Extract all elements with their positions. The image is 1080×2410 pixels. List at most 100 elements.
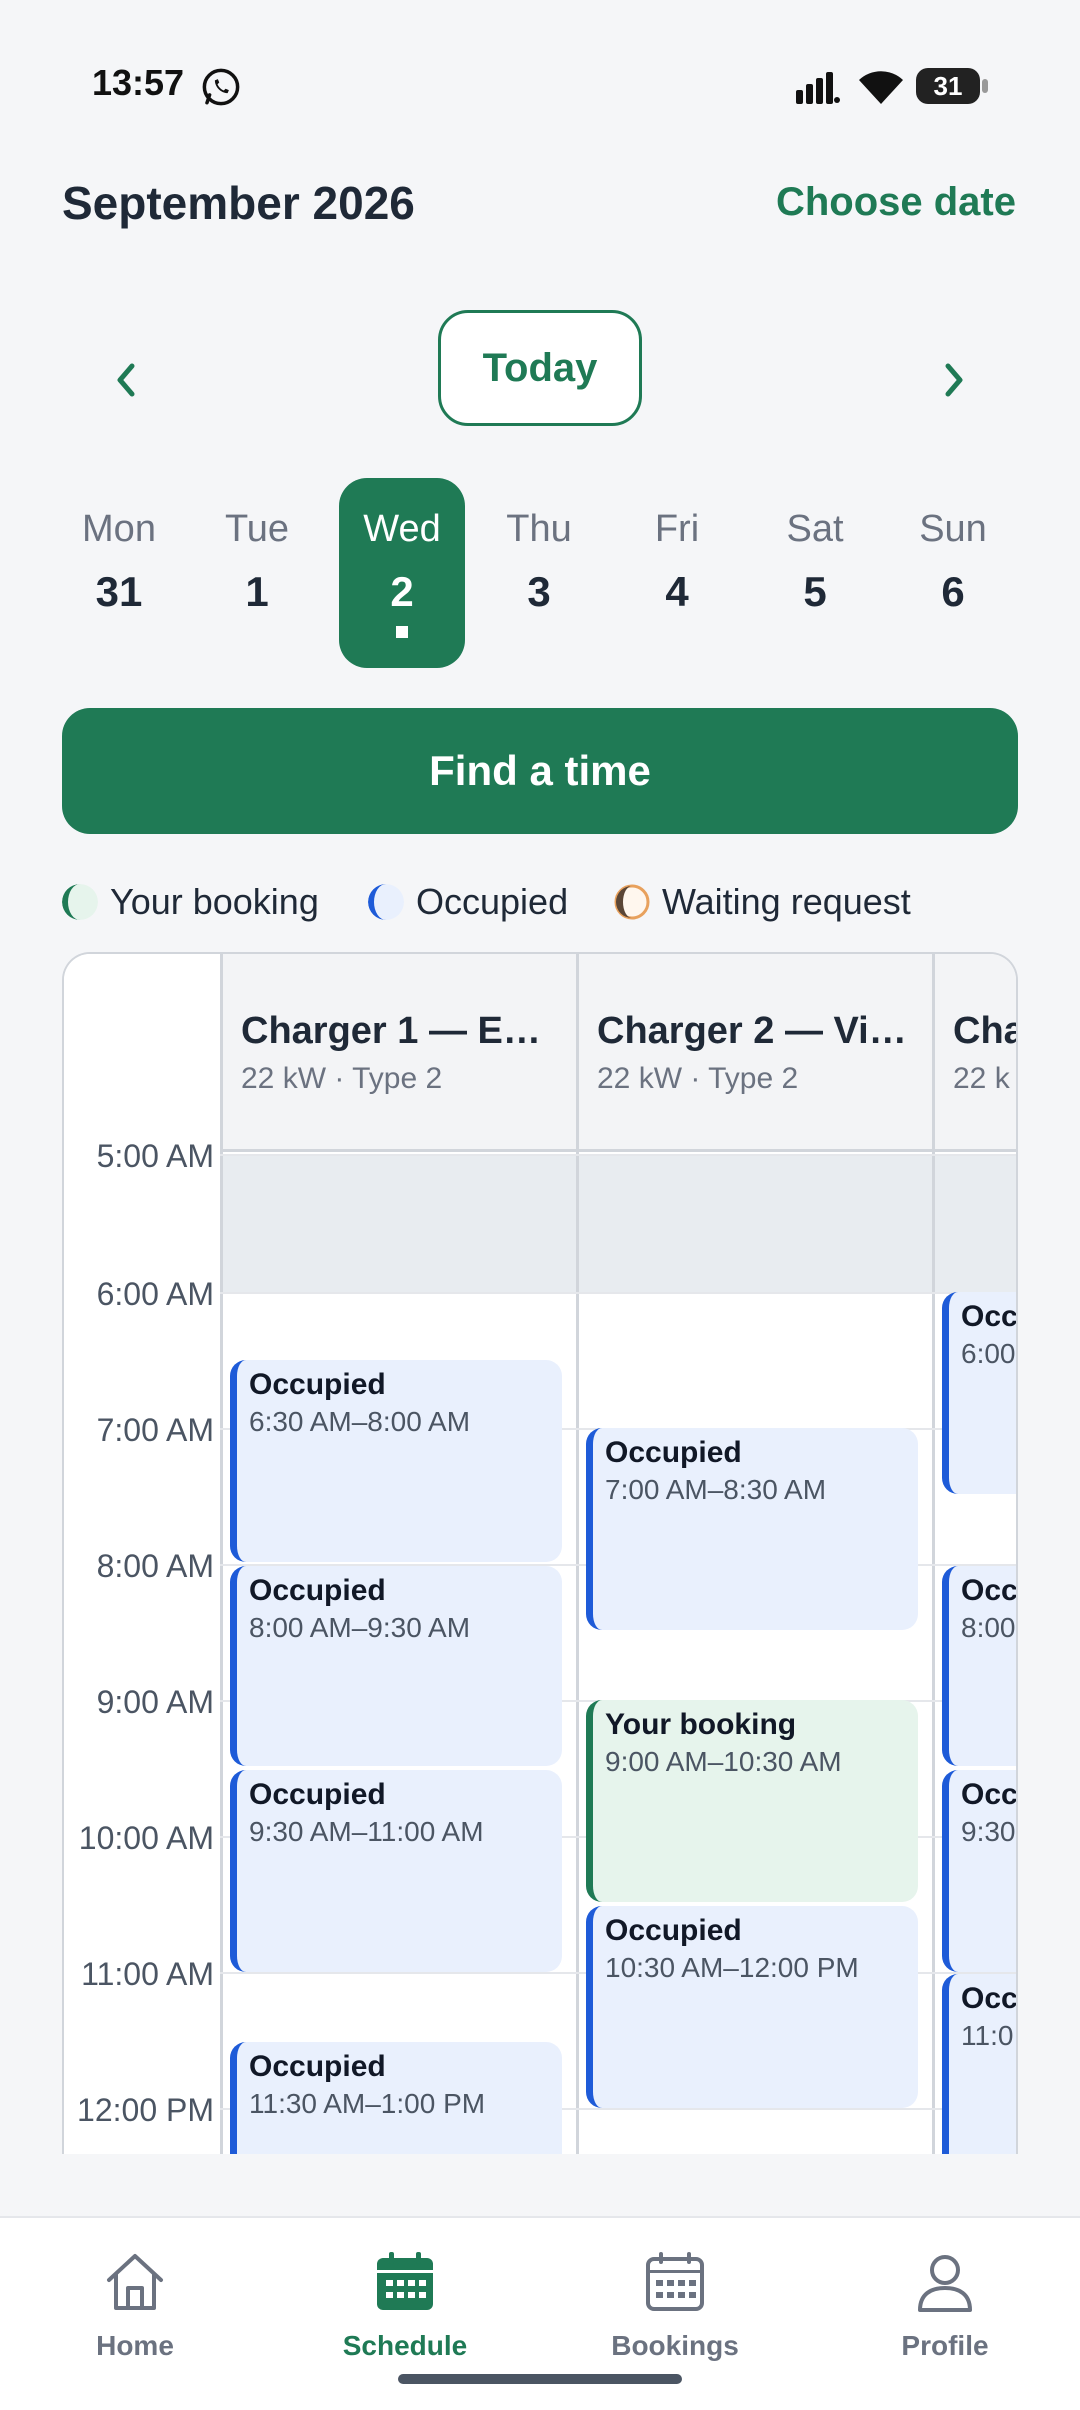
- nav-home[interactable]: Home: [0, 2238, 270, 2368]
- user-icon: [918, 2255, 972, 2312]
- occupied-slot[interactable]: Occupied 11:30 AM–1:00 PM: [230, 2042, 562, 2154]
- battery-level: 31: [916, 68, 980, 104]
- occupied-slot[interactable]: Occu 6:00: [942, 1292, 1018, 1494]
- slot-time: 9:30 AM–11:00 AM: [249, 1816, 484, 1847]
- hour-label: 8:00 AM: [96, 1548, 214, 1584]
- slot-time: 6:30 AM–8:00 AM: [249, 1406, 471, 1437]
- find-a-time-button[interactable]: Find a time: [62, 708, 1018, 834]
- whatsapp-icon: [202, 68, 240, 106]
- day-fri[interactable]: Fri 4: [614, 478, 740, 668]
- day-name: Sun: [919, 508, 987, 550]
- slot-time: 8:00 AM–9:30 AM: [249, 1612, 471, 1643]
- day-number: 31: [95, 568, 143, 615]
- calendar-icon: [377, 2252, 433, 2310]
- day-sun[interactable]: Sun 6: [890, 478, 1016, 668]
- calendar-outline-icon: [646, 2252, 704, 2311]
- slot-time: 9:30: [961, 1816, 1016, 1847]
- legend-label: Occupied: [416, 881, 569, 922]
- charger-spec: 22 kW · Type 2: [241, 1062, 443, 1095]
- slot-time: 11:0: [961, 2020, 1014, 2051]
- legend-label: Waiting request: [662, 881, 911, 922]
- occupied-slot[interactable]: Occu 11:0: [942, 1974, 1016, 2154]
- day-name: Sat: [786, 508, 844, 550]
- day-name: Tue: [224, 508, 290, 550]
- nav-label: Home: [96, 2330, 174, 2361]
- legend-label: Your booking: [110, 881, 319, 922]
- status-bar: 13:57 31: [0, 0, 1080, 150]
- wifi-icon: [859, 71, 903, 104]
- day-sat[interactable]: Sat 5: [752, 478, 878, 668]
- slot-time: 10:30 AM–12:00 PM: [605, 1952, 859, 1983]
- legend-occupied: Occupied: [368, 874, 568, 930]
- charger-title: Charger 2 — Visit…: [597, 1010, 917, 1052]
- nav-profile[interactable]: Profile: [810, 2238, 1080, 2368]
- day-wed[interactable]: Wed 2: [339, 478, 465, 668]
- slot-time: 11:30 AM–1:00 PM: [249, 2088, 486, 2119]
- chevron-left-icon: [117, 363, 135, 397]
- previous-week-button[interactable]: [96, 350, 156, 410]
- home-icon: [107, 2254, 163, 2310]
- your-booking-swatch-icon: [62, 884, 98, 920]
- occupied-slot[interactable]: Occupied 6:30 AM–8:00 AM: [230, 1360, 562, 1562]
- nav-schedule[interactable]: Schedule: [270, 2238, 540, 2368]
- schedule-screen: 13:57 31 September 2026 Choose date Toda…: [0, 0, 1080, 2410]
- today-button[interactable]: Today: [438, 310, 642, 426]
- hour-line: [220, 1154, 1016, 1156]
- day-mon[interactable]: Mon 31: [56, 478, 182, 668]
- day-name: Thu: [506, 508, 572, 550]
- day-thu[interactable]: Thu 3: [476, 478, 602, 668]
- has-booking-dot: [396, 626, 408, 638]
- nav-label: Bookings: [611, 2330, 739, 2361]
- slot-time: 9:00 AM–10:30 AM: [605, 1746, 842, 1777]
- home-indicator: [398, 2374, 682, 2384]
- day-number: 6: [941, 568, 965, 615]
- day-name: Fri: [654, 508, 700, 550]
- slot-title: Occupied: [249, 2050, 386, 2083]
- day-number: 1: [245, 568, 269, 615]
- occupied-slot[interactable]: Occupied 9:30 AM–11:00 AM: [230, 1770, 562, 1972]
- slot-title: Occu: [961, 1574, 1018, 1607]
- hour-label: 6:00 AM: [96, 1276, 214, 1312]
- choose-date-link[interactable]: Choose date: [776, 180, 1016, 225]
- hour-label: 11:00 AM: [81, 1956, 214, 1992]
- schedule-grid: Charger 1 — Entr… 22 kW · Type 2 Charger…: [62, 952, 1018, 2154]
- hour-label: 9:00 AM: [96, 1684, 214, 1720]
- slot-title: Occupied: [605, 1914, 742, 1947]
- hour-label: 5:00 AM: [96, 1138, 214, 1174]
- slot-title: Occupied: [249, 1574, 386, 1607]
- unavailable-block: [935, 1154, 1016, 1292]
- hour-label: 12:00 PM: [77, 2092, 214, 2128]
- nav-label: Schedule: [342, 2330, 468, 2361]
- charger-header-2[interactable]: Charger 2 — Visit… 22 kW · Type 2: [579, 954, 932, 1152]
- legend: Your booking Occupied Waiting request: [62, 874, 1042, 930]
- charger-title: Charger 1 — Entr…: [241, 1010, 561, 1052]
- slot-title: Occupied: [605, 1436, 742, 1469]
- day-tue[interactable]: Tue 1: [194, 478, 320, 668]
- occupied-slot[interactable]: Occupied 10:30 AM–12:00 PM: [586, 1906, 918, 2108]
- day-number: 5: [803, 568, 827, 615]
- charger-spec: 22 kW · Type 2: [597, 1062, 799, 1095]
- occupied-slot[interactable]: Occupied 7:00 AM–8:30 AM: [586, 1428, 918, 1630]
- month-title: September 2026: [62, 177, 415, 229]
- your-booking-slot[interactable]: Your booking 9:00 AM–10:30 AM: [586, 1700, 918, 1902]
- waiting-swatch-icon: [614, 884, 650, 920]
- occupied-slot[interactable]: Occupied 8:00 AM–9:30 AM: [230, 1566, 562, 1766]
- charger-header-3[interactable]: Cha 22 k: [935, 954, 1018, 1152]
- day-number: 4: [665, 568, 689, 615]
- week-strip: Mon 31 Tue 1 Wed 2 Thu 3 Fri 4 Sat 5 Sun…: [56, 478, 1024, 668]
- occupied-slot[interactable]: Occu 9:30: [942, 1770, 1016, 1972]
- slot-title: Your booking: [605, 1708, 797, 1741]
- charger-title: Cha: [953, 1010, 1018, 1052]
- day-name: Mon: [82, 508, 156, 550]
- charger-spec: 22 k: [953, 1062, 1010, 1095]
- nav-bookings[interactable]: Bookings: [540, 2238, 810, 2368]
- slot-title: Occu: [961, 1300, 1018, 1333]
- occupied-swatch-icon: [368, 884, 404, 920]
- status-time: 13:57: [92, 62, 185, 103]
- next-week-button[interactable]: [924, 350, 984, 410]
- slot-time: 7:00 AM–8:30 AM: [605, 1474, 827, 1505]
- charger-header-1[interactable]: Charger 1 — Entr… 22 kW · Type 2: [223, 954, 576, 1152]
- occupied-slot[interactable]: Occu 8:00: [942, 1566, 1018, 1766]
- hour-label: 7:00 AM: [96, 1412, 214, 1448]
- unavailable-block: [223, 1154, 576, 1292]
